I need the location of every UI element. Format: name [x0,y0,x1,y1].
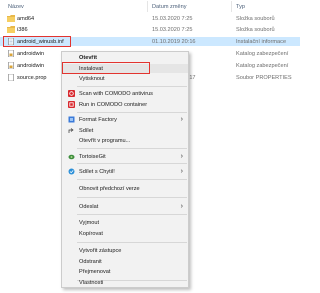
menu-item-send-to[interactable]: Odeslat › [63,202,188,211]
share-icon [68,128,74,133]
column-header-bar: Název Datum změny Typ [0,0,300,12]
format-factory-icon [68,116,75,123]
file-name: i386 [17,26,28,33]
menu-item-restore-versions[interactable]: Obnovit předchozí verze [63,184,188,193]
menu-item-label: Odeslat [79,203,99,210]
catalog-file-icon [8,62,14,69]
catalog-file-icon [8,50,14,57]
file-name: androidwin [17,62,45,69]
menu-item-label: Vytisknout [79,75,105,82]
menu-item-label: Přejmenovat [79,268,111,275]
chevron-right-icon: › [180,115,183,123]
context-menu: Otevřít Instalovat Vytisknout Scan with … [61,51,189,288]
menu-item-rename[interactable]: Přejmenovat [63,267,188,276]
menu-item-label: Kopírovat [79,230,103,237]
file-type: Katalog zabezpečení [236,62,289,69]
chevron-right-icon: › [180,202,183,210]
chevron-right-icon: › [180,152,183,160]
menu-separator [77,197,187,198]
menu-item-share-chytil[interactable]: Sdílet s Chytil! › [63,167,188,176]
menu-separator [77,179,187,180]
menu-item-label: Sdílet [79,127,94,134]
menu-item-label: Scan with COMODO antivirus [79,90,153,97]
menu-item-share[interactable]: Sdílet [63,126,188,135]
highlight-install-item [62,62,150,74]
comodo-scan-icon [68,90,75,97]
folder-icon [7,15,15,22]
comodo-container-icon [68,101,75,108]
menu-item-label: Vytvořit zástupce [79,247,122,254]
file-row-i386[interactable]: i386 15.03.2020 7:25 Složka souborů [0,25,300,34]
menu-item-label: TortoiseGit [79,153,106,160]
text-file-icon [8,74,14,81]
menu-item-copy[interactable]: Kopírovat [63,229,188,238]
menu-separator [77,163,187,164]
menu-item-label: Otevřít v programu... [79,137,131,144]
file-type: Složka souborů [236,26,275,33]
file-date: 15.03.2020 7:25 [152,26,193,33]
folder-icon [7,26,15,33]
menu-item-label: Sdílet s Chytil! [79,168,115,175]
tortoisegit-icon [68,154,75,160]
menu-separator [77,214,187,215]
column-name-header[interactable]: Název [8,4,24,10]
file-name: androidwin [17,50,45,57]
column-type-header[interactable]: Typ [236,4,245,10]
menu-item-label: Odstranit [79,258,102,265]
highlight-selected-file [3,36,71,47]
menu-item-label: Run in COMODO container [79,101,148,108]
menu-separator [77,112,187,113]
menu-item-run-comodo[interactable]: Run in COMODO container [63,100,188,109]
file-date: 01.10.2019 20:16 [152,38,196,45]
column-date-header[interactable]: Datum změny [152,4,187,10]
menu-item-cut[interactable]: Vyjmout [63,218,188,227]
menu-item-label: Vlastnosti [79,280,104,286]
menu-item-print[interactable]: Vytisknout [63,74,188,83]
menu-separator [77,86,187,87]
menu-separator [77,242,187,243]
file-name: source.prop [17,74,47,81]
column-divider[interactable] [231,1,232,12]
menu-item-create-shortcut[interactable]: Vytvořit zástupce [63,246,188,255]
menu-item-label: Vyjmout [79,219,99,226]
file-type: Katalog zabezpečení [236,50,289,57]
file-name: amd64 [17,15,35,22]
chevron-right-icon: › [180,167,183,175]
menu-item-properties[interactable]: Vlastnosti [63,279,188,287]
file-date: 15.03.2020 7:25 [152,15,193,22]
column-divider[interactable] [147,1,148,12]
file-type: Složka souborů [236,15,275,22]
menu-item-open[interactable]: Otevřít [63,53,188,62]
file-row-amd64[interactable]: amd64 15.03.2020 7:25 Složka souborů [0,14,300,23]
menu-separator [77,148,187,149]
menu-item-label: Obnovit předchozí verze [79,185,140,192]
menu-item-label: Otevřít [79,54,98,61]
menu-item-scan-comodo[interactable]: Scan with COMODO antivirus [63,89,188,98]
file-type: Instalační informace [236,38,287,45]
menu-item-format-factory[interactable]: Format Factory › [63,115,188,124]
menu-item-open-with[interactable]: Otevřít v programu... [63,136,188,145]
file-type: Soubor PROPERTIES [236,74,292,81]
menu-item-tortoisegit[interactable]: TortoiseGit › [63,152,188,161]
menu-item-delete[interactable]: Odstranit [63,257,188,266]
menu-item-label: Format Factory [79,116,117,123]
chytil-icon [68,168,75,175]
